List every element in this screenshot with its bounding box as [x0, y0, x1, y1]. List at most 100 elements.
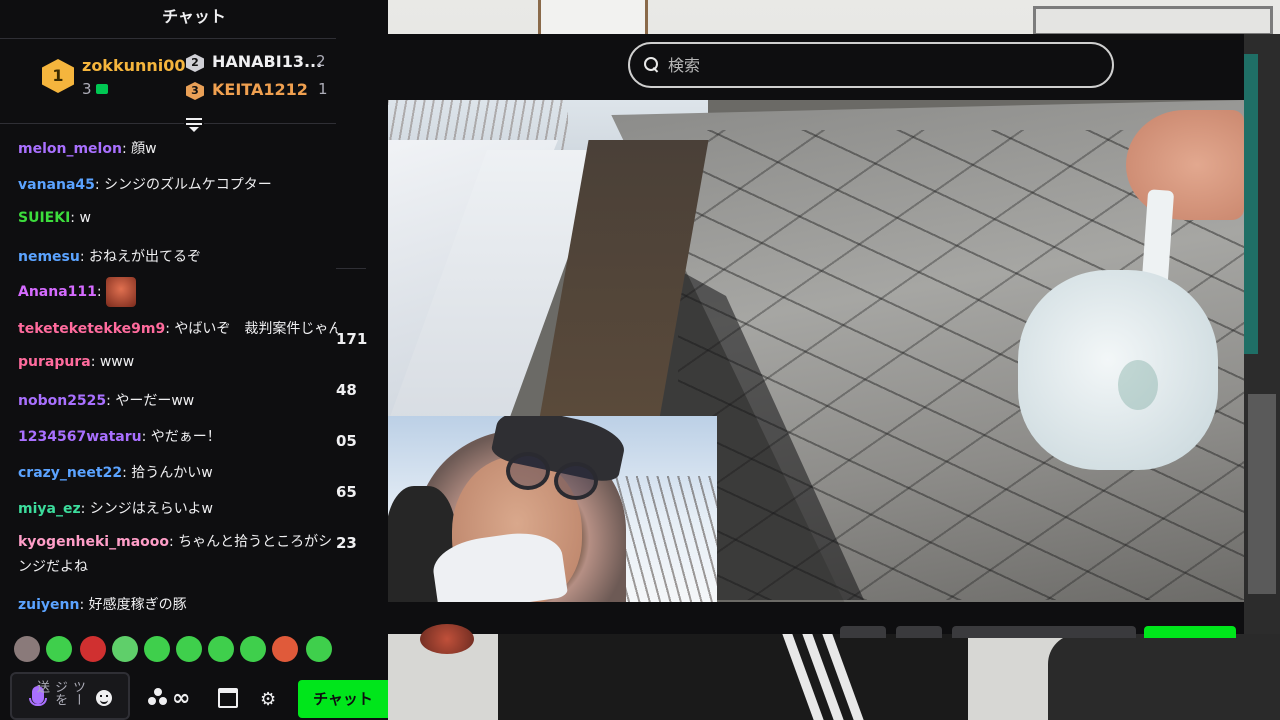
chat-message: 1234567wataru: やだぁー！	[18, 426, 338, 446]
chat-username[interactable]: melon_melon	[18, 141, 122, 157]
video-hand	[1126, 110, 1244, 220]
angry-face-emote-icon	[105, 277, 136, 307]
chat-username[interactable]: purapura	[18, 354, 91, 370]
search-icon	[644, 57, 660, 73]
chat-username[interactable]: vanana45	[18, 177, 95, 193]
divider	[0, 123, 336, 124]
gift-icon	[95, 84, 108, 94]
side-number: 05	[336, 432, 357, 450]
emote-icon[interactable]	[208, 636, 234, 662]
rank-2-badge-icon: 2	[186, 54, 204, 72]
side-number: 171	[336, 330, 368, 348]
chat-message: vanana45: シンジのズルムケコプター	[18, 174, 338, 194]
chat-message: SUIEKI: w	[18, 210, 338, 226]
chat-username[interactable]: Anana111	[18, 284, 97, 300]
chat-message: crazy_neet22: 拾うんかいw	[18, 462, 338, 482]
emote-icon[interactable]	[240, 636, 266, 662]
pip-glasses-left	[506, 452, 550, 490]
chat-input-placeholder: ツージを送	[34, 680, 85, 706]
leaderboard-name-3[interactable]: KEITA1212	[212, 80, 308, 99]
emote-icon[interactable]	[306, 636, 332, 662]
chat-text: : やだぁー！	[141, 429, 221, 445]
stream-action-button[interactable]	[896, 626, 942, 638]
store-icon[interactable]	[218, 688, 238, 708]
bits-dot	[148, 697, 156, 705]
emote-bar	[14, 636, 344, 666]
streamer-jacket	[498, 634, 968, 720]
video-trash-bag	[1018, 270, 1218, 470]
chat-text: :	[96, 284, 102, 300]
chat-send-button[interactable]: チャット	[298, 680, 388, 718]
chat-username[interactable]: nobon2525	[18, 393, 106, 409]
background-streamer-body	[388, 634, 1280, 720]
background-shelf	[1244, 34, 1280, 634]
chat-username[interactable]: miya_ez	[18, 501, 81, 517]
leaderboard-count-1-value: 3	[82, 80, 92, 98]
background-teal-object	[1244, 54, 1258, 354]
chat-message: teketeketekke9m9: やばいぞ 裁判案件じゃん	[18, 318, 338, 338]
emote-icon[interactable]	[176, 636, 202, 662]
gear-icon[interactable]: ⚙	[260, 689, 276, 710]
video-bag-mark	[1118, 360, 1158, 410]
side-number: 23	[336, 534, 357, 552]
chat-message: Anana111:	[18, 276, 338, 308]
bits-icon[interactable]	[148, 688, 168, 708]
chat-message: nobon2525: やーだーww	[18, 390, 338, 410]
chat-username[interactable]: zuiyenn	[18, 597, 79, 613]
channel-avatar[interactable]	[420, 624, 474, 654]
search-input[interactable]	[668, 55, 1068, 75]
chat-username[interactable]: SUIEKI	[18, 210, 70, 226]
chat-username[interactable]: nemesu	[18, 249, 80, 265]
chat-username[interactable]: teketeketekke9m9	[18, 321, 165, 337]
pip-glasses-right	[554, 462, 598, 500]
chat-text: : おねえが出てるぞ	[79, 249, 202, 265]
chat-text: : やーだーww	[106, 393, 195, 409]
leaderboard-name-1[interactable]: zokkunni00	[82, 56, 186, 75]
stream-info-bar	[378, 602, 1244, 654]
smile-icon[interactable]	[96, 690, 112, 706]
emote-icon[interactable]	[46, 636, 72, 662]
leaderboard-count-2: 2	[316, 52, 326, 70]
video-player[interactable]	[378, 100, 1244, 602]
leaderboard: 1 zokkunni00 3 2 HANABI13... 2 3 KEITA12…	[0, 40, 336, 124]
video-window	[378, 34, 1244, 654]
background-chair	[1048, 634, 1280, 720]
rank-1-badge-icon: 1	[42, 59, 74, 93]
collapse-icon[interactable]	[184, 114, 204, 134]
chat-input[interactable]: ツージを送	[10, 672, 130, 720]
side-number: 65	[336, 483, 357, 501]
picture-in-picture-camera	[386, 416, 717, 602]
chat-username[interactable]: crazy_neet22	[18, 465, 122, 481]
chat-username[interactable]: 1234567wataru	[18, 429, 142, 445]
emote-icon[interactable]	[112, 636, 138, 662]
chat-title: チャット	[162, 7, 226, 26]
stream-action-button-wide[interactable]	[952, 626, 1136, 638]
stream-action-button[interactable]	[840, 626, 886, 638]
chat-message: melon_melon: 顔w	[18, 138, 338, 158]
infinity-icon[interactable]: ∞	[172, 686, 190, 711]
chat-username[interactable]: kyogenheki_maooo	[18, 534, 169, 550]
chat-text: : シンジのズルムケコプター	[94, 177, 272, 193]
chat-text: : やばいぞ 裁判案件じゃん	[165, 321, 338, 337]
chat-message: zuiyenn: 好感度稼ぎの豚	[18, 594, 338, 614]
chat-message: nemesu: おねえが出てるぞ	[18, 246, 338, 266]
divider	[0, 38, 336, 39]
chat-text: : シンジはえらいよw	[80, 501, 213, 517]
emote-icon[interactable]	[272, 636, 298, 662]
chat-text: : 好感度稼ぎの豚	[79, 597, 187, 613]
chat-message: purapura: www	[18, 354, 338, 370]
follow-button[interactable]	[1144, 626, 1236, 638]
search-bar[interactable]	[628, 42, 1114, 88]
chat-panel: チャット 1 zokkunni00 3 2 HANABI13... 2 3 KE…	[0, 0, 388, 720]
emote-icon[interactable]	[14, 636, 40, 662]
background-door	[538, 0, 648, 34]
bits-dot	[159, 697, 167, 705]
chat-text: : w	[70, 210, 91, 226]
chat-text: : 顔w	[121, 141, 157, 157]
emote-icon[interactable]	[144, 636, 170, 662]
leaderboard-count-3: 1	[318, 80, 328, 98]
emote-icon[interactable]	[80, 636, 106, 662]
background-frame	[1033, 6, 1273, 36]
leaderboard-name-2[interactable]: HANABI13...	[212, 52, 322, 71]
side-numbers: 171 48 05 65 23	[336, 0, 388, 720]
